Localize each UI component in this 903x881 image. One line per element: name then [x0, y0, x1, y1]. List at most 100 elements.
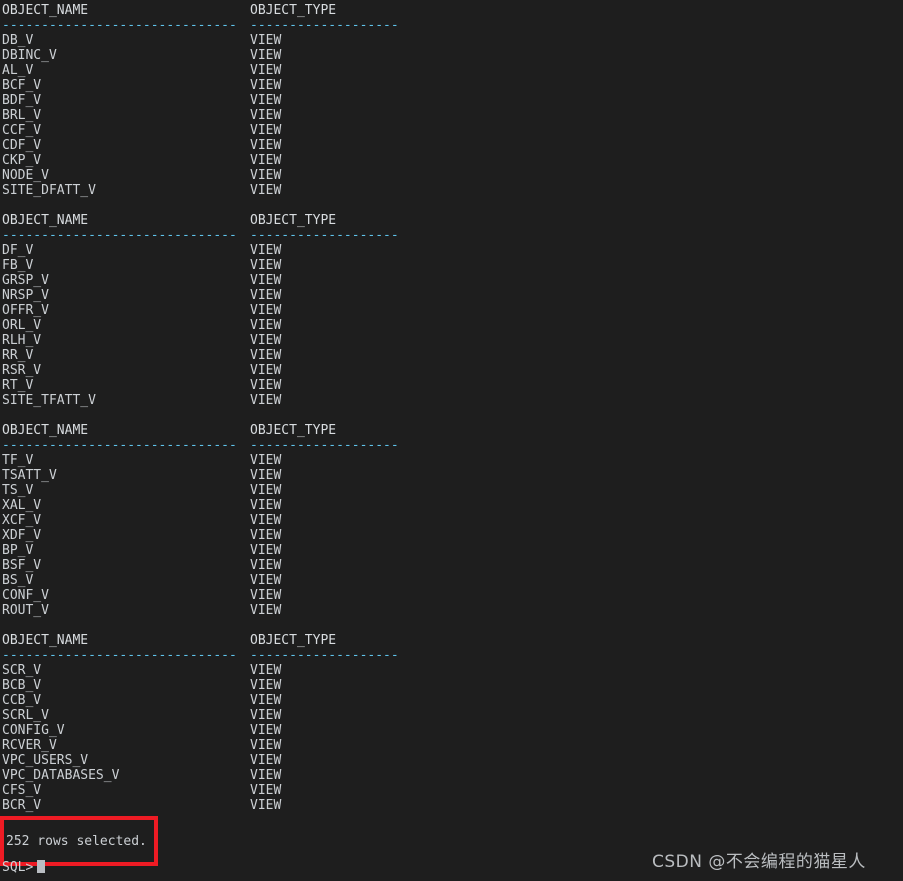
table-row-type: VIEW: [250, 738, 282, 753]
column-rule-row: ------------------------------ ----------…: [2, 228, 903, 243]
table-row-type: VIEW: [250, 528, 282, 543]
table-row-type: VIEW: [250, 93, 282, 108]
table-row: CKP_V VIEW: [2, 153, 903, 168]
column-rule-row: ------------------------------ ----------…: [2, 438, 903, 453]
table-row-name: XCF_V: [2, 513, 42, 528]
table-row: SITE_TFATT_V VIEW: [2, 393, 903, 408]
table-row-type: VIEW: [250, 153, 282, 168]
table-row-name: BCR_V: [2, 798, 42, 813]
table-row: BP_V VIEW: [2, 543, 903, 558]
table-row: SCR_V VIEW: [2, 663, 903, 678]
table-row-type: VIEW: [250, 453, 282, 468]
table-row: DF_V VIEW: [2, 243, 903, 258]
table-row-type: VIEW: [250, 783, 282, 798]
table-row-name: CFS_V: [2, 783, 42, 798]
table-row-type: VIEW: [250, 138, 282, 153]
column-header-row: OBJECT_NAME OBJECT_TYPE: [2, 213, 903, 228]
table-row-type: VIEW: [250, 768, 282, 783]
table-row-type: VIEW: [250, 108, 282, 123]
table-row-name: CONFIG_V: [2, 723, 65, 738]
table-row-type: VIEW: [250, 348, 282, 363]
table-row: ORL_V VIEW: [2, 318, 903, 333]
column-header-row-type: OBJECT_TYPE: [250, 3, 337, 18]
sql-prompt[interactable]: SQL>: [2, 860, 46, 875]
table-row-type: VIEW: [250, 798, 282, 813]
table-row: BS_V VIEW: [2, 573, 903, 588]
table-row-name: TSATT_V: [2, 468, 57, 483]
table-row: GRSP_V VIEW: [2, 273, 903, 288]
column-header-row: OBJECT_NAME OBJECT_TYPE: [2, 633, 903, 648]
table-row: CDF_V VIEW: [2, 138, 903, 153]
column-rule-row-name: ------------------------------: [2, 18, 237, 33]
table-row-name: BP_V: [2, 543, 34, 558]
table-row-type: VIEW: [250, 678, 282, 693]
table-row-type: VIEW: [250, 33, 282, 48]
table-row-type: VIEW: [250, 48, 282, 63]
table-row-type: VIEW: [250, 333, 282, 348]
table-row-name: VPC_USERS_V: [2, 753, 89, 768]
table-row-name: NODE_V: [2, 168, 49, 183]
table-row-type: VIEW: [250, 318, 282, 333]
table-row-type: VIEW: [250, 498, 282, 513]
table-row: BSF_V VIEW: [2, 558, 903, 573]
column-header-row-name: OBJECT_NAME: [2, 3, 89, 18]
table-row-name: BSF_V: [2, 558, 42, 573]
table-row-name: ORL_V: [2, 318, 42, 333]
table-row: TS_V VIEW: [2, 483, 903, 498]
table-row-name: VPC_DATABASES_V: [2, 768, 120, 783]
table-row-type: VIEW: [250, 723, 282, 738]
terminal-scrollback: OBJECT_NAME OBJECT_TYPE ------------------…: [2, 3, 903, 828]
column-rule-row-name: ------------------------------: [2, 228, 237, 243]
table-row-name: RSR_V: [2, 363, 42, 378]
table-row: SCRL_V VIEW: [2, 708, 903, 723]
table-row-name: BCF_V: [2, 78, 42, 93]
table-row-type: VIEW: [250, 603, 282, 618]
table-row-type: VIEW: [250, 753, 282, 768]
table-row: RCVER_V VIEW: [2, 738, 903, 753]
table-row-type: VIEW: [250, 63, 282, 78]
table-row: BRL_V VIEW: [2, 108, 903, 123]
column-rule-row-type: -------------------: [250, 228, 399, 243]
table-row-type: VIEW: [250, 258, 282, 273]
table-row-name: CCF_V: [2, 123, 42, 138]
column-header-row-name: OBJECT_NAME: [2, 633, 89, 648]
rows-selected-status: 252 rows selected.: [6, 834, 147, 849]
table-row-type: VIEW: [250, 573, 282, 588]
column-rule-row: ------------------------------ ----------…: [2, 648, 903, 663]
column-header-row: OBJECT_NAME OBJECT_TYPE: [2, 3, 903, 18]
table-row-name: OFFR_V: [2, 303, 49, 318]
table-row-name: RLH_V: [2, 333, 42, 348]
table-row: XDF_V VIEW: [2, 528, 903, 543]
table-row: TSATT_V VIEW: [2, 468, 903, 483]
column-rule-row-type: -------------------: [250, 648, 399, 663]
table-row: RSR_V VIEW: [2, 363, 903, 378]
table-row: VPC_DATABASES_V VIEW: [2, 768, 903, 783]
table-row-type: VIEW: [250, 123, 282, 138]
table-row-name: XDF_V: [2, 528, 42, 543]
table-row-name: SCRL_V: [2, 708, 49, 723]
table-row: TF_V VIEW: [2, 453, 903, 468]
table-row-name: SITE_TFATT_V: [2, 393, 96, 408]
table-row-type: VIEW: [250, 183, 282, 198]
table-row-name: BDF_V: [2, 93, 42, 108]
table-row-name: CCB_V: [2, 693, 42, 708]
column-header-row: OBJECT_NAME OBJECT_TYPE: [2, 423, 903, 438]
column-rule-row-name: ------------------------------: [2, 648, 237, 663]
column-header-row-name: OBJECT_NAME: [2, 423, 89, 438]
table-row-name: CONF_V: [2, 588, 49, 603]
table-row-type: VIEW: [250, 393, 282, 408]
table-row: RR_V VIEW: [2, 348, 903, 363]
table-row-name: BCB_V: [2, 678, 42, 693]
table-row-type: VIEW: [250, 513, 282, 528]
table-row: CCF_V VIEW: [2, 123, 903, 138]
column-header-row-name: OBJECT_NAME: [2, 213, 89, 228]
table-row-type: VIEW: [250, 468, 282, 483]
table-row-type: VIEW: [250, 273, 282, 288]
table-row: XAL_V VIEW: [2, 498, 903, 513]
table-row-name: DF_V: [2, 243, 34, 258]
table-row: BCF_V VIEW: [2, 78, 903, 93]
table-row-type: VIEW: [250, 483, 282, 498]
terminal-output[interactable]: OBJECT_NAME OBJECT_TYPE ------------------…: [0, 0, 903, 881]
table-row-type: VIEW: [250, 663, 282, 678]
